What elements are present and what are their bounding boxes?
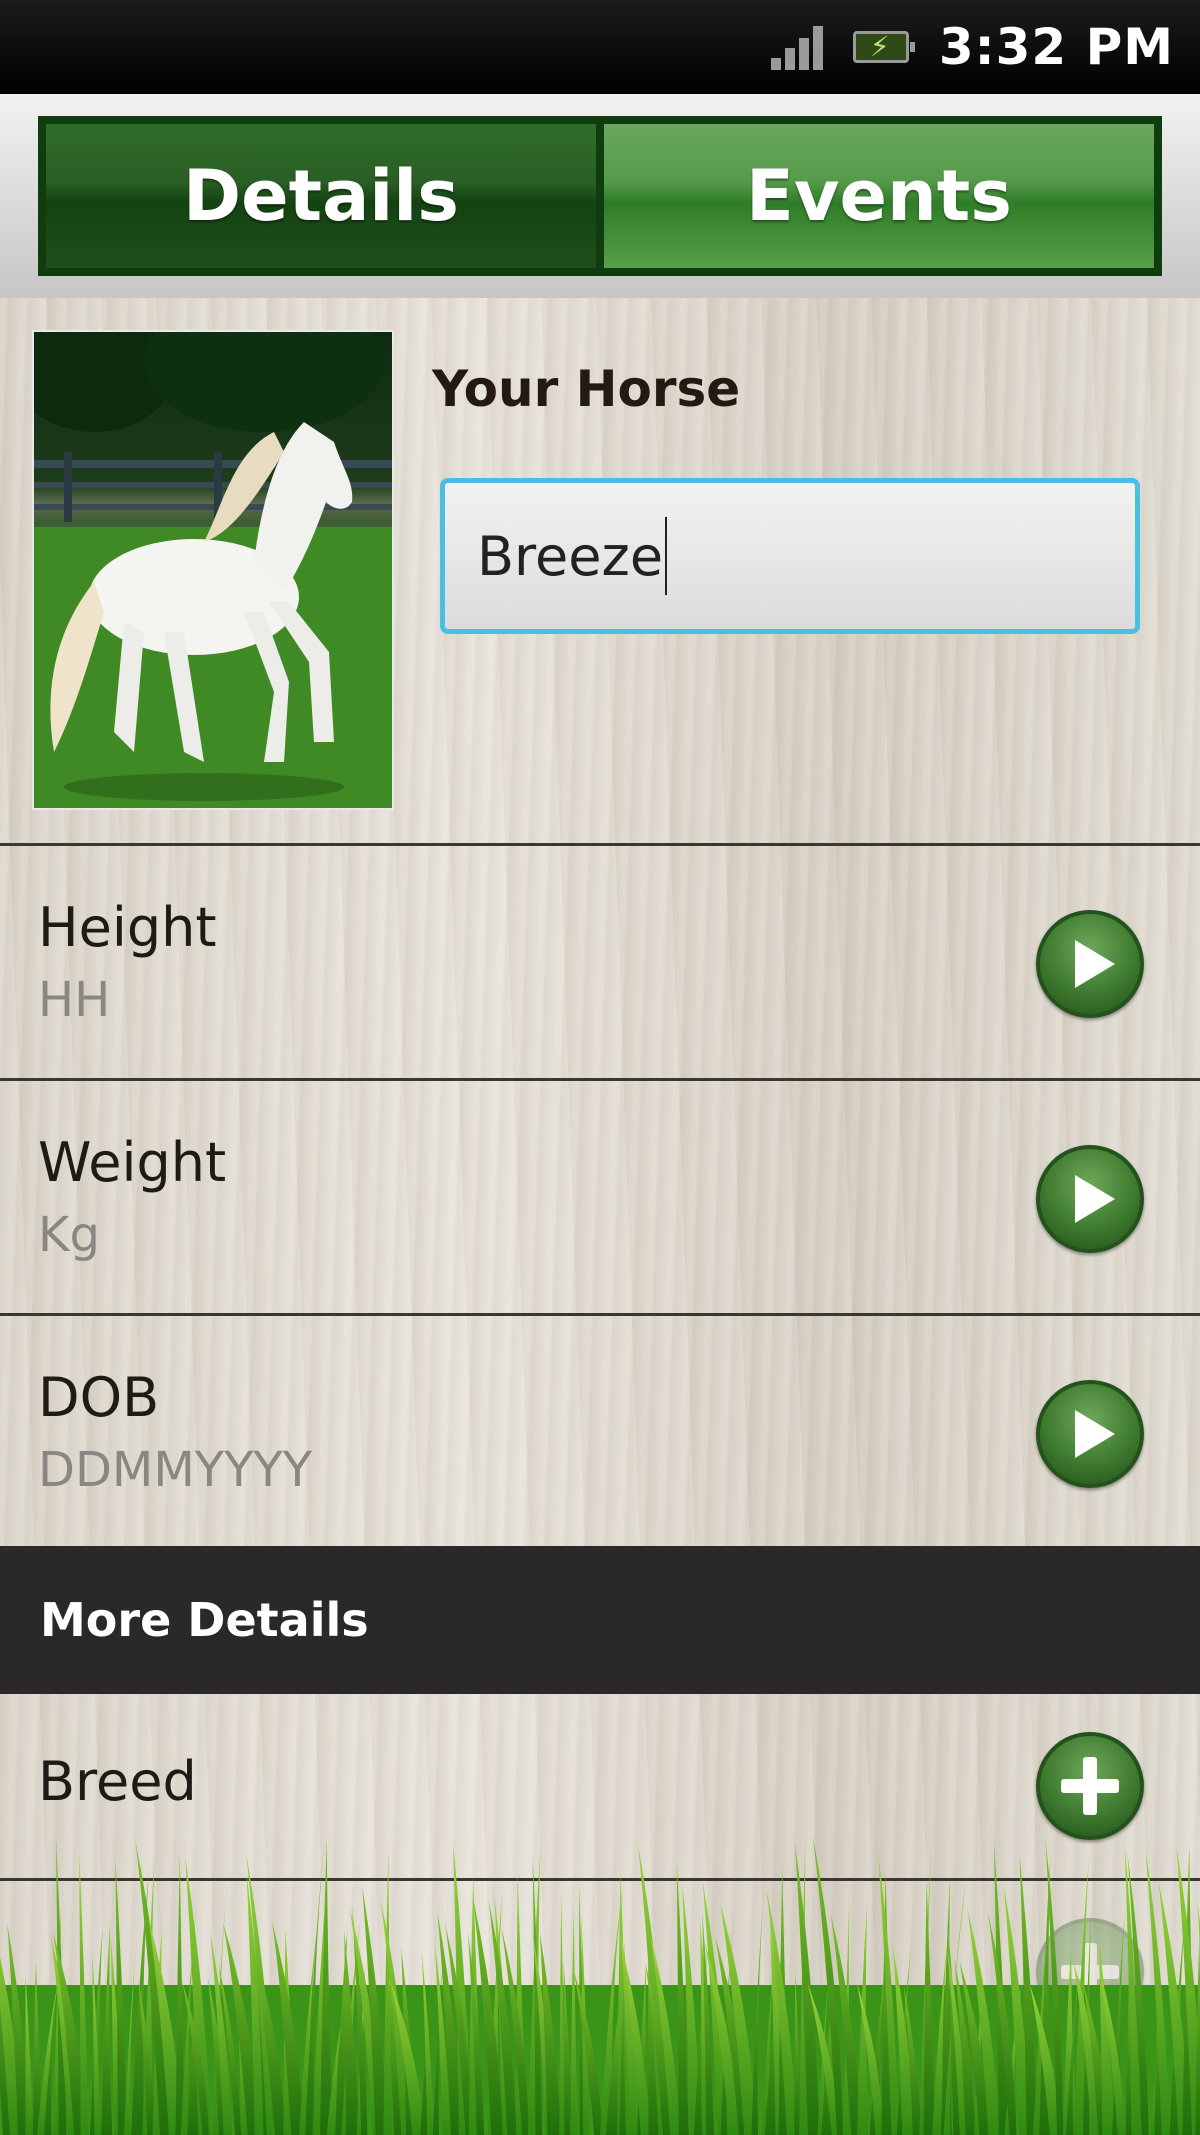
play-arrow-icon	[1075, 940, 1115, 988]
grass-decoration	[0, 1835, 1200, 2135]
weight-title: Weight	[38, 1131, 227, 1194]
details-content: Your Horse Breeze Height HH Weight Kg DO…	[0, 298, 1200, 2135]
battery-charging-icon: ⚡	[852, 31, 915, 63]
signal-icon	[770, 24, 823, 70]
status-time: 3:32 PM	[938, 18, 1174, 76]
tab-header: Details Events	[0, 94, 1200, 298]
height-title: Height	[38, 896, 217, 959]
dob-title: DOB	[38, 1366, 160, 1429]
plus-icon	[1061, 1757, 1119, 1815]
horse-name-label: Your Horse	[432, 360, 741, 418]
dob-arrow-button[interactable]	[1036, 1380, 1144, 1488]
play-arrow-icon	[1075, 1175, 1115, 1223]
more-details-title: More Details	[40, 1593, 369, 1647]
tab-events[interactable]: Events	[604, 124, 1154, 268]
weight-arrow-button[interactable]	[1036, 1145, 1144, 1253]
list-item-dob[interactable]: DOB DDMMYYYY	[0, 1316, 1200, 1546]
weight-hint: Kg	[38, 1207, 100, 1263]
tab-details[interactable]: Details	[46, 124, 596, 268]
tab-bar: Details Events	[38, 116, 1162, 276]
play-arrow-icon	[1075, 1410, 1115, 1458]
text-caret	[665, 517, 668, 595]
breed-add-button[interactable]	[1036, 1732, 1144, 1840]
horse-name-input[interactable]: Breeze	[440, 478, 1140, 634]
horse-photo[interactable]	[32, 330, 394, 810]
list-item-weight[interactable]: Weight Kg	[0, 1081, 1200, 1313]
height-arrow-button[interactable]	[1036, 910, 1144, 1018]
breed-title: Breed	[38, 1750, 197, 1813]
list-item-height[interactable]: Height HH	[0, 846, 1200, 1078]
horse-name-value: Breeze	[477, 524, 664, 588]
more-details-header: More Details	[0, 1546, 1200, 1694]
height-hint: HH	[38, 972, 111, 1028]
dob-hint: DDMMYYYY	[38, 1442, 313, 1498]
status-bar: ⚡ 3:32 PM	[0, 0, 1200, 94]
